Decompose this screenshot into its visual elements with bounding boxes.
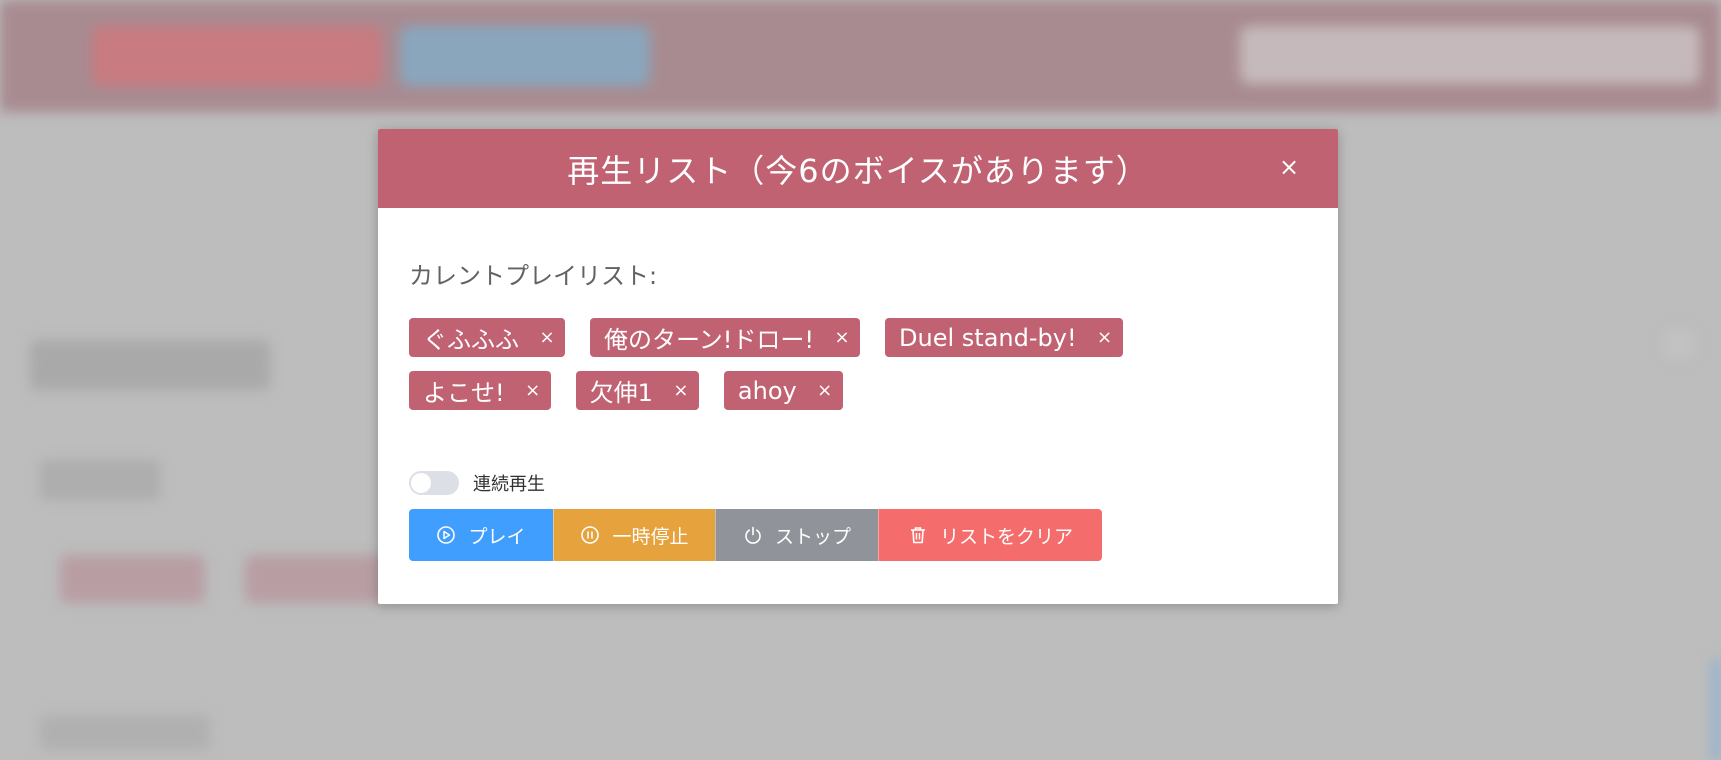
background-subheading [40,460,160,500]
play-circle-icon [436,525,456,545]
playlist-tag[interactable]: 俺のターン!ドロー! × [590,318,861,357]
pause-button[interactable]: 一時停止 [553,509,715,561]
playlist-tag-label: ぐふふふ [423,326,519,354]
background-edge [1712,660,1721,760]
playlist-tag-label: 俺のターン!ドロー! [604,326,815,354]
modal-title: 再生リスト（今6のボイスがあります） [567,151,1149,190]
clear-list-button[interactable]: リストをクリア [878,509,1102,561]
close-icon[interactable]: × [673,380,689,401]
playlist-tag-label: よこせ! [423,379,505,407]
close-icon[interactable]: × [525,380,541,401]
background-button [92,26,382,86]
switch-knob [411,473,431,493]
modal-header: 再生リスト（今6のボイスがあります） × [378,129,1338,208]
modal-body: カレントプレイリスト: ぐふふふ × 俺のターン!ドロー! × Duel sta… [378,208,1338,561]
playlist-tag[interactable]: ぐふふふ × [409,318,565,357]
playlist-tag[interactable]: Duel stand-by! × [885,318,1123,357]
background-tag [245,555,385,603]
continuous-play-label: 連続再生 [473,474,545,495]
current-playlist-label: カレントプレイリスト: [409,262,658,290]
background-button [400,26,650,86]
close-icon[interactable]: × [539,327,555,348]
close-icon[interactable]: × [1097,327,1113,348]
play-button-label: プレイ [468,525,526,548]
playlist-tag[interactable]: 欠伸1 × [575,371,699,410]
continuous-play-switch[interactable] [409,471,459,495]
playlist-tags: ぐふふふ × 俺のターン!ドロー! × Duel stand-by! × よこせ… [409,318,1189,410]
trash-icon [908,525,928,545]
playlist-tag[interactable]: ahoy × [723,371,843,410]
playback-button-group: プレイ 一時停止 ストップ リストをクリア [409,509,1307,561]
background-icon [1665,330,1693,358]
background-text [40,715,210,750]
stop-button[interactable]: ストップ [715,509,878,561]
power-icon [743,525,763,545]
playlist-modal: 再生リスト（今6のボイスがあります） × カレントプレイリスト: ぐふふふ × … [378,129,1338,604]
playlist-tag-label: Duel stand-by! [899,323,1077,352]
background-search [1240,26,1700,84]
playlist-tag[interactable]: よこせ! × [409,371,551,410]
continuous-play-row: 連続再生 [409,470,1307,496]
background-tag [60,555,205,603]
close-icon[interactable]: × [1278,155,1300,179]
clear-list-button-label: リストをクリア [939,525,1073,548]
stop-button-label: ストップ [774,525,851,548]
pause-circle-icon [580,525,600,545]
playlist-tag-label: ahoy [737,376,797,405]
play-button[interactable]: プレイ [409,509,553,561]
close-icon[interactable]: × [817,380,833,401]
background-heading [30,340,270,390]
pause-button-label: 一時停止 [612,525,689,548]
playlist-tag-label: 欠伸1 [589,379,653,407]
close-icon[interactable]: × [834,327,850,348]
